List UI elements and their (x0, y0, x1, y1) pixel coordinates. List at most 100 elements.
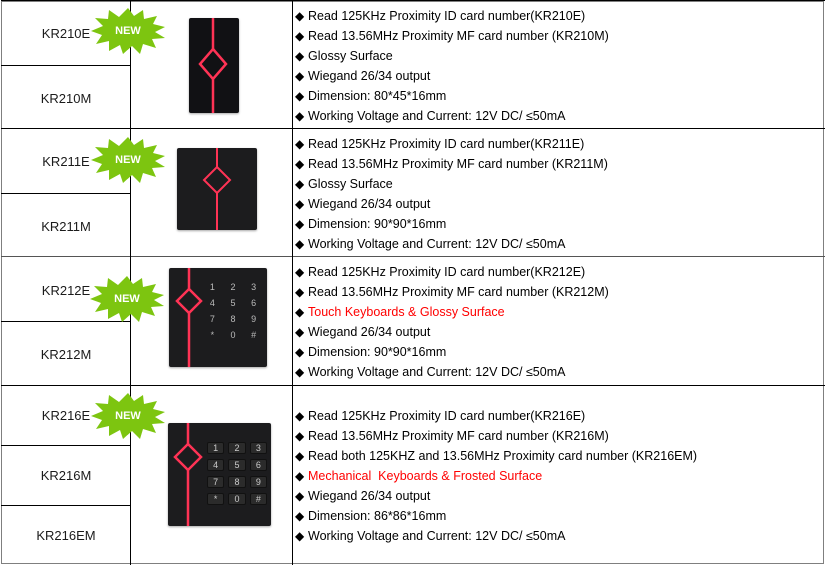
key: 3 (249, 442, 267, 454)
spec-list: ◆ Read 125KHz Proximity ID card number(KR… (295, 134, 608, 254)
spec-item: ◆ Dimension: 90*90*16mm (295, 342, 609, 362)
bullet-diamond-icon: ◆ (295, 89, 305, 103)
row-divider (1, 385, 825, 386)
key: 6 (251, 298, 257, 308)
key: 4 (209, 298, 215, 308)
key: * (207, 493, 225, 505)
bullet-diamond-icon: ◆ (295, 109, 305, 123)
key: 0 (228, 493, 246, 505)
bullet-diamond-icon: ◆ (295, 197, 305, 211)
model-name: KR216EM (36, 528, 96, 543)
spec-item: ◆ Read 13.56MHz Proximity MF card number … (295, 26, 609, 46)
bullet-diamond-icon: ◆ (295, 157, 305, 171)
spec-item: ◆ Read 125KHz Proximity ID card number(KR… (295, 6, 609, 26)
mechanical-keypad: 1 2 3 4 5 6 7 8 9 * 0 # (207, 442, 267, 505)
model-name: KR216M (40, 468, 92, 483)
spec-item: ◆ Working Voltage and Current: 12V DC/ ≤5… (295, 362, 609, 382)
spec-item: ◆ Dimension: 86*86*16mm (295, 506, 697, 526)
bullet-diamond-icon: ◆ (295, 489, 305, 503)
spec-item: ◆ Dimension: 90*90*16mm (295, 214, 608, 234)
key: 1 (209, 282, 215, 292)
key: 9 (251, 314, 257, 324)
led-diamond-icon (202, 148, 232, 230)
spec-item: ◆ Wiegand 26/34 output (295, 322, 609, 342)
bullet-diamond-icon: ◆ (295, 409, 305, 423)
model-divider (1, 193, 131, 194)
spec-item: ◆ Wiegand 26/34 output (295, 194, 608, 214)
badge-label: NEW (115, 154, 141, 166)
bullet-diamond-icon: ◆ (295, 449, 305, 463)
bullet-diamond-icon: ◆ (295, 69, 305, 83)
key: * (210, 330, 215, 340)
spec-list: ◆ Read 125KHz Proximity ID card number(KR… (295, 262, 609, 382)
spec-item: ◆ Read both 125KHZ and 13.56MHz Proximity… (295, 446, 697, 466)
badge-label: NEW (115, 410, 141, 422)
spec-item: ◆ Read 125KHz Proximity ID card number(KR… (295, 262, 609, 282)
spec-item: ◆ Working Voltage and Current: 12V DC/ ≤5… (295, 526, 697, 546)
product-image-kr216: 1 2 3 4 5 6 7 8 9 * 0 # (168, 423, 271, 526)
bullet-diamond-icon: ◆ (295, 217, 305, 231)
product-image-kr212: 1 2 3 4 5 6 7 8 9 * 0 # (169, 268, 267, 367)
spec-item-highlight: ◆ Touch Keyboards & Glossy Surface (295, 302, 609, 322)
bullet-diamond-icon: ◆ (295, 429, 305, 443)
model-divider (1, 65, 131, 66)
new-badge: NEW (91, 393, 165, 439)
bullet-diamond-icon: ◆ (295, 265, 305, 279)
new-badge: NEW (91, 8, 165, 54)
model-name: KR210M (40, 91, 92, 106)
model-name: KR211M (41, 219, 91, 234)
key: 0 (230, 330, 236, 340)
key: 3 (251, 282, 257, 292)
spec-item: ◆ Read 125KHz Proximity ID card number(KR… (295, 134, 608, 154)
touch-keypad: 1 2 3 4 5 6 7 8 9 * 0 # (202, 282, 264, 340)
new-badge: NEW (91, 137, 165, 183)
product-image-kr211 (177, 148, 257, 230)
row-divider (1, 256, 825, 257)
product-image-kr210 (189, 18, 239, 113)
spec-list: ◆ Read 125KHz Proximity ID card number(KR… (295, 6, 609, 126)
bullet-diamond-icon: ◆ (295, 345, 305, 359)
key: 7 (209, 314, 215, 324)
key: 9 (249, 476, 267, 488)
row-divider (1, 128, 825, 129)
key: 5 (230, 298, 236, 308)
row-divider (1, 0, 825, 1)
key: 6 (249, 459, 267, 471)
bullet-diamond-icon: ◆ (295, 177, 305, 191)
model-divider (1, 505, 131, 506)
new-badge: NEW (90, 276, 164, 322)
column-divider (292, 0, 293, 565)
spec-item: ◆ Working Voltage and Current: 12V DC/ ≤5… (295, 106, 609, 126)
spec-item: ◆ Working Voltage and Current: 12V DC/ ≤5… (295, 234, 608, 254)
spec-item: ◆ Wiegand 26/34 output (295, 486, 697, 506)
bullet-diamond-icon: ◆ (295, 29, 305, 43)
bullet-diamond-icon: ◆ (295, 9, 305, 23)
spec-item-highlight: ◆ Mechanical Keyboards & Frosted Surface (295, 466, 697, 486)
key: 5 (228, 459, 246, 471)
bullet-diamond-icon: ◆ (295, 285, 305, 299)
spec-item: ◆ Glossy Surface (295, 174, 608, 194)
bullet-diamond-icon: ◆ (295, 529, 305, 543)
key: 8 (228, 476, 246, 488)
led-diamond-icon (198, 18, 228, 113)
spec-item: ◆ Read 13.56MHz Proximity MF card number … (295, 282, 609, 302)
spec-item: ◆ Glossy Surface (295, 46, 609, 66)
spec-item: ◆ Wiegand 26/34 output (295, 66, 609, 86)
bullet-diamond-icon: ◆ (295, 469, 305, 483)
bullet-diamond-icon: ◆ (295, 49, 305, 63)
key: 4 (207, 459, 225, 471)
key: # (249, 493, 267, 505)
badge-label: NEW (114, 293, 140, 305)
bullet-diamond-icon: ◆ (295, 237, 305, 251)
bullet-diamond-icon: ◆ (295, 305, 305, 319)
key: 2 (230, 282, 236, 292)
spec-item: ◆ Read 13.56MHz Proximity MF card number … (295, 154, 608, 174)
spec-list: ◆ Read 125KHz Proximity ID card number(KR… (295, 406, 697, 546)
spec-item: ◆ Dimension: 80*45*16mm (295, 86, 609, 106)
key: # (251, 330, 257, 340)
spec-item: ◆ Read 125KHz Proximity ID card number(KR… (295, 406, 697, 426)
badge-label: NEW (115, 25, 141, 37)
key: 1 (207, 442, 225, 454)
bullet-diamond-icon: ◆ (295, 137, 305, 151)
spec-item: ◆ Read 13.56MHz Proximity MF card number … (295, 426, 697, 446)
